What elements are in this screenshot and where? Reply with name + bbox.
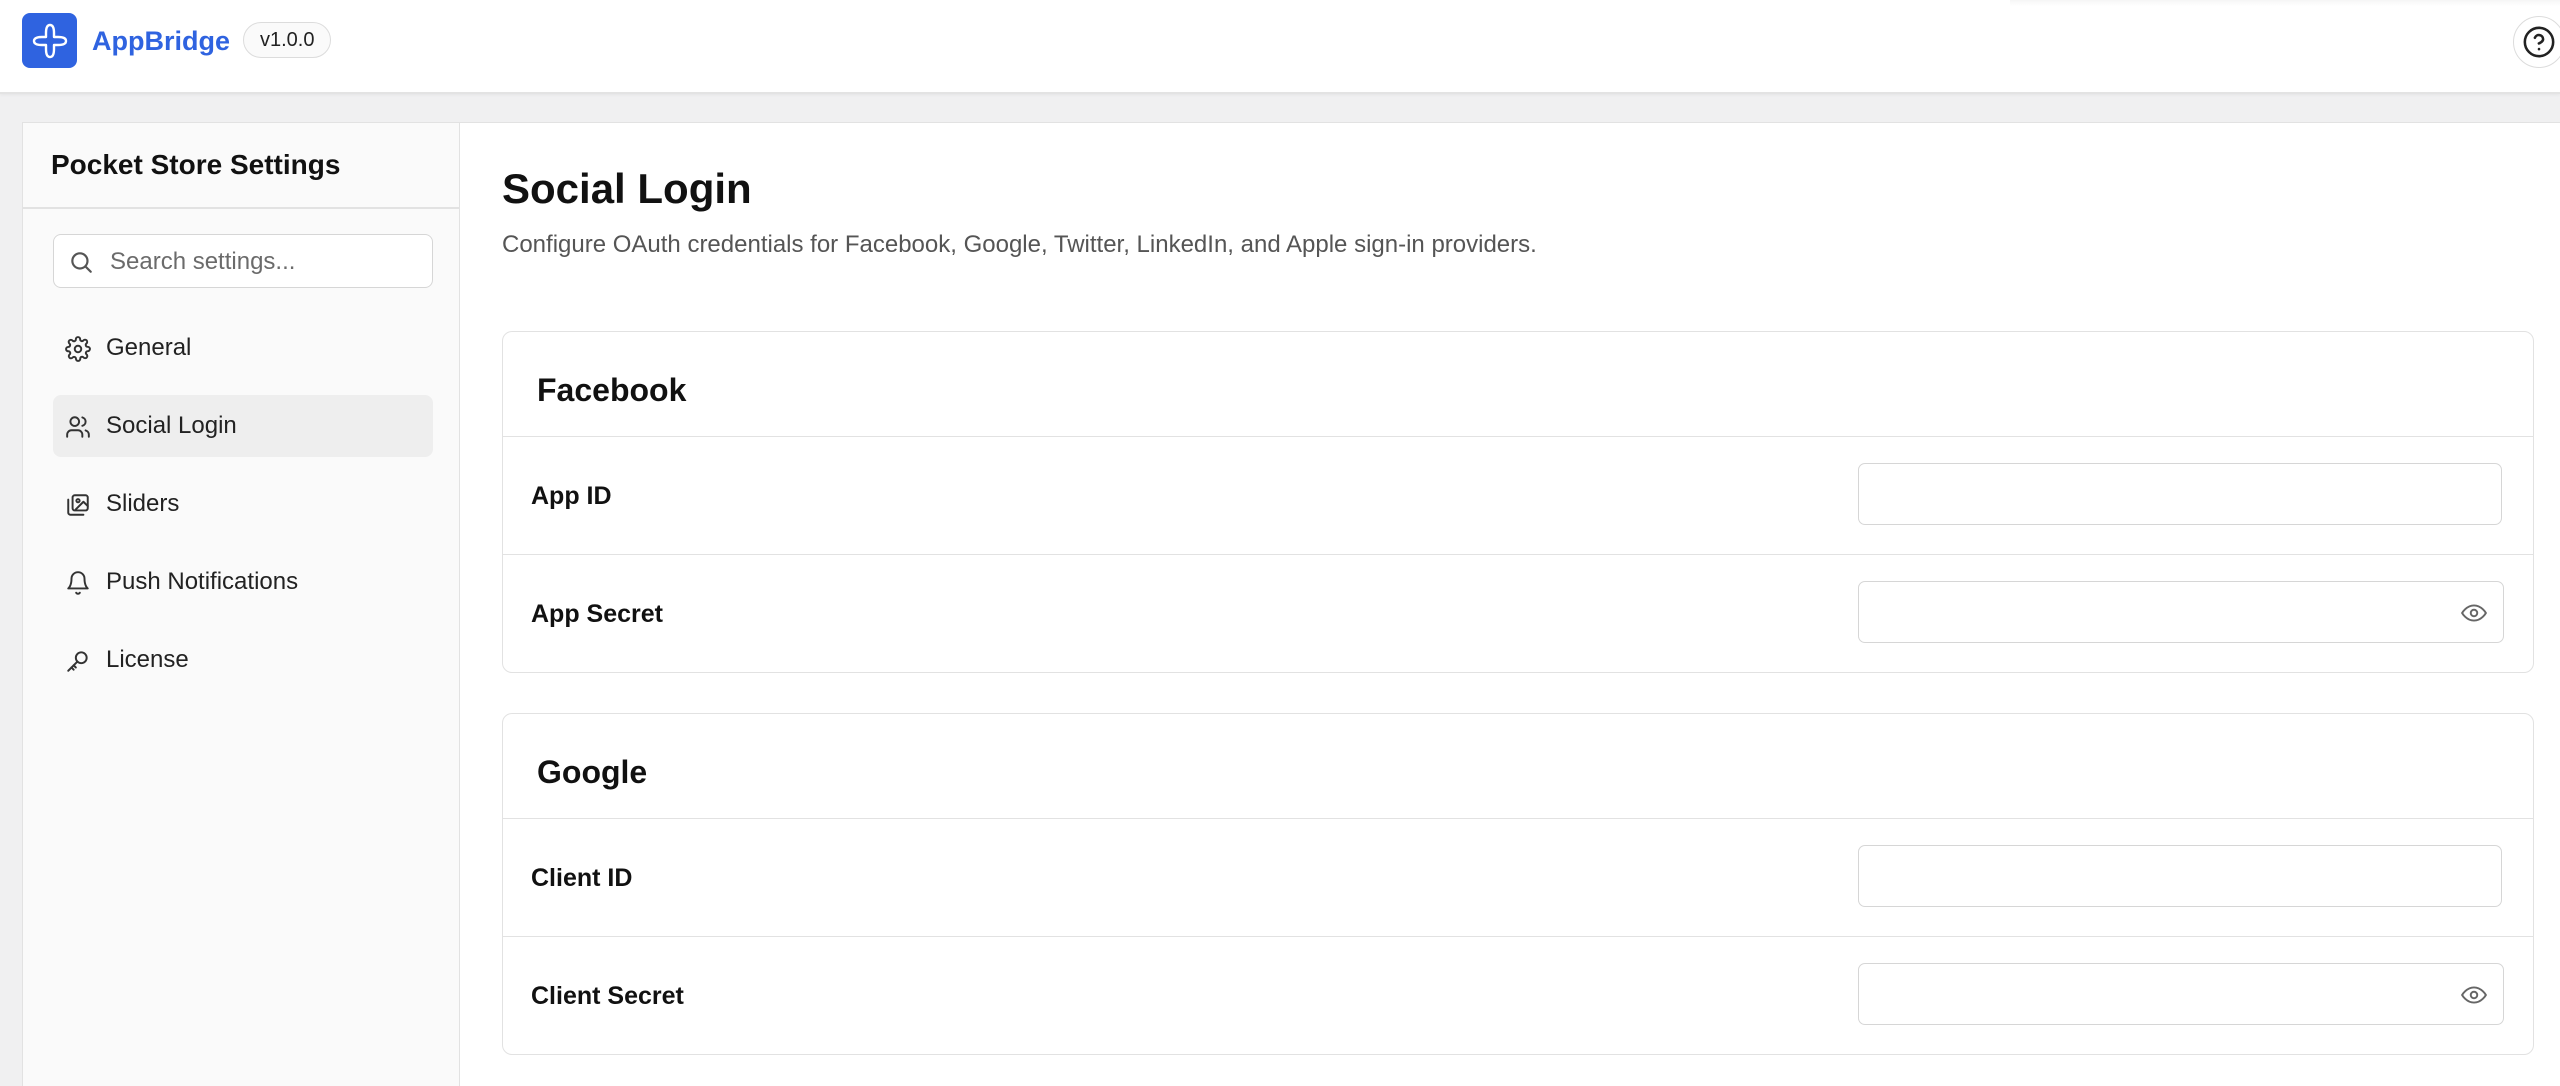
sidebar-item-license[interactable]: License: [53, 629, 433, 691]
gear-icon: [65, 336, 91, 367]
field-row: App Secret: [503, 554, 2533, 672]
search-box[interactable]: [53, 234, 433, 288]
sidebar-item-push-notifications[interactable]: Push Notifications: [53, 551, 433, 613]
google-section: Google Client ID Client Secret: [502, 713, 2534, 1055]
key-icon: [65, 648, 91, 679]
users-icon: [65, 414, 91, 445]
facebook-app-secret-input[interactable]: [1875, 582, 2439, 643]
sidebar-divider: [23, 207, 459, 209]
app-logo-icon[interactable]: [22, 13, 77, 68]
help-icon: [2523, 26, 2555, 58]
facebook-app-id-input[interactable]: [1875, 464, 2439, 525]
field-label: App ID: [531, 482, 612, 510]
bell-icon: [65, 570, 91, 601]
main-content: Social Login Configure OAuth credentials…: [460, 122, 2560, 1086]
sidebar-item-label: License: [106, 646, 189, 673]
field-row: Client Secret: [503, 936, 2533, 1054]
field-label: Client ID: [531, 864, 633, 892]
sidebar-item-label: Sliders: [106, 490, 180, 517]
show-password-eye-icon[interactable]: [2461, 600, 2487, 631]
section-header: Facebook: [503, 332, 2533, 437]
sidebar-item-label: Push Notifications: [106, 568, 299, 595]
search-input[interactable]: [108, 235, 422, 288]
section-title: Google: [537, 754, 648, 790]
sidebar-item-label: General: [106, 334, 192, 361]
field-label: Client Secret: [531, 982, 684, 1010]
sidebar-title: Pocket Store Settings: [51, 149, 341, 180]
facebook-app-secret-field[interactable]: [1858, 581, 2504, 643]
app-brand-name[interactable]: AppBridge: [92, 24, 230, 58]
google-client-secret-field[interactable]: [1858, 963, 2504, 1025]
images-icon: [65, 492, 91, 523]
sidebar-item-general[interactable]: General: [53, 317, 433, 379]
google-client-id-input[interactable]: [1875, 846, 2439, 907]
field-row: Client ID: [503, 819, 2533, 936]
facebook-section: Facebook App ID App Secret: [502, 331, 2534, 673]
field-label: App Secret: [531, 600, 663, 628]
section-title: Facebook: [537, 372, 687, 408]
google-client-secret-input[interactable]: [1875, 964, 2439, 1025]
help-button[interactable]: [2513, 16, 2560, 68]
search-icon: [68, 249, 94, 280]
field-row: App ID: [503, 437, 2533, 554]
facebook-app-id-field[interactable]: [1858, 463, 2502, 525]
section-header: Google: [503, 714, 2533, 819]
top-bar-shadow: [2010, 0, 2560, 6]
sidebar-item-label: Social Login: [106, 412, 237, 439]
page-description: Configure OAuth credentials for Facebook…: [502, 231, 1537, 258]
settings-sidebar: Pocket Store Settings General Social Log…: [22, 122, 460, 1086]
top-bar: AppBridge v1.0.0: [0, 0, 2560, 94]
google-client-id-field[interactable]: [1858, 845, 2502, 907]
page-title: Social Login: [502, 165, 752, 212]
sidebar-item-social-login[interactable]: Social Login: [53, 395, 433, 457]
version-badge: v1.0.0: [243, 22, 332, 58]
show-password-eye-icon[interactable]: [2461, 982, 2487, 1013]
sidebar-item-sliders[interactable]: Sliders: [53, 473, 433, 535]
